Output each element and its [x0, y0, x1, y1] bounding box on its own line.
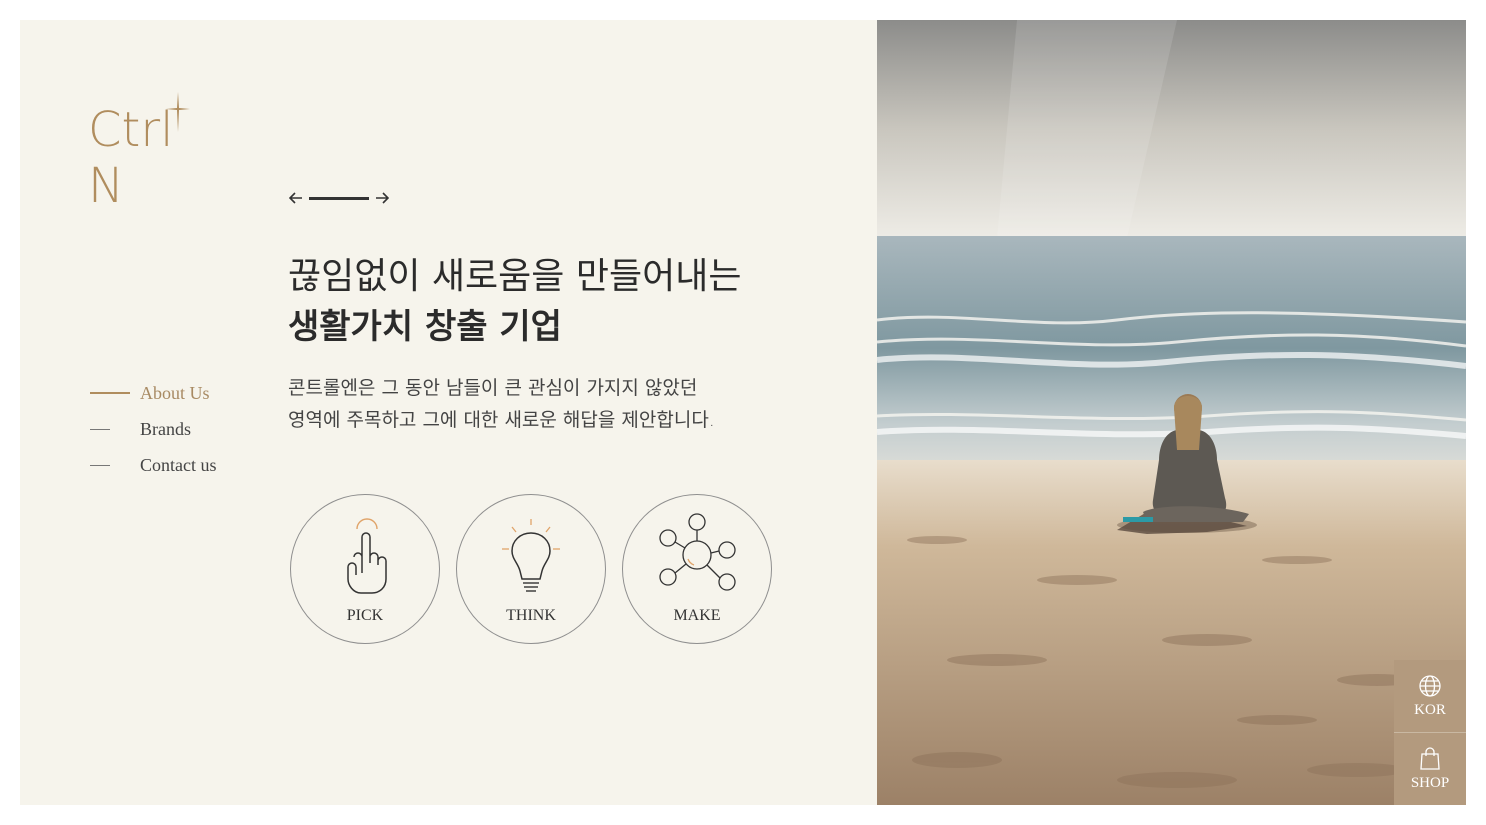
nav-indicator [90, 428, 110, 430]
nav-item-label: Contact us [140, 454, 217, 475]
nav-indicator [90, 464, 110, 466]
value-label: PICK [346, 607, 384, 624]
shop-button[interactable]: SHOP [1394, 733, 1466, 805]
hero-title-line2: 생활가치 창출 기업 [288, 307, 562, 347]
side-nav: About Us Brands Contact us [90, 375, 217, 483]
slider-progress-bar [309, 196, 369, 200]
beach-meditation-image [877, 20, 1466, 805]
language-button[interactable]: KOR [1394, 660, 1466, 733]
hand-pointer-icon [347, 518, 387, 594]
value-circle-pick: PICK [290, 494, 440, 644]
value-circles: PICK THINK MAKE [290, 494, 788, 644]
globe-icon [1419, 674, 1441, 697]
shop-label: SHOP [1410, 774, 1450, 791]
hero-title-line1: 끊임없이 새로움을 만들어내는 [288, 256, 742, 297]
shopping-bag-icon [1420, 746, 1440, 770]
nav-item-label: Brands [140, 418, 191, 439]
brand-logo[interactable]: Ctrl N [88, 92, 228, 214]
nav-item-about-us[interactable]: About Us [90, 375, 217, 411]
sparkle-icon [166, 92, 190, 132]
logo-text: Ctrl N [88, 102, 174, 214]
hero-desc-line2: 영역에 주목하고 그에 대한 새로운 해답을 제안합니다. [288, 409, 715, 431]
arrow-right-icon[interactable] [374, 188, 390, 208]
value-circle-think: THINK [456, 494, 606, 644]
hero-headline: 끊임없이 새로움을 만들어내는 생활가치 창출 기업 [288, 252, 741, 352]
hero-desc-line1: 콘트롤엔은 그 동안 남들이 큰 관심이 가지지 않았던 [288, 377, 698, 399]
value-label: MAKE [673, 607, 721, 624]
value-label: THINK [506, 607, 556, 624]
hero-photo [877, 20, 1466, 805]
lightbulb-icon [502, 519, 560, 592]
language-label: KOR [1414, 701, 1446, 718]
network-icon [659, 513, 736, 591]
arrow-left-icon[interactable] [288, 188, 304, 208]
slider-control [288, 188, 390, 208]
hero-description: 콘트롤엔은 그 동안 남들이 큰 관심이 가지지 않았던 영역에 주목하고 그에… [288, 372, 808, 436]
nav-indicator [90, 392, 130, 394]
value-circle-make: MAKE [622, 494, 772, 644]
nav-item-brands[interactable]: Brands [90, 411, 217, 447]
page-frame: Ctrl N About Us Brands Contact us 끊임없이 새… [20, 20, 1466, 805]
nav-item-label: About Us [140, 382, 210, 403]
nav-item-contact-us[interactable]: Contact us [90, 447, 217, 483]
